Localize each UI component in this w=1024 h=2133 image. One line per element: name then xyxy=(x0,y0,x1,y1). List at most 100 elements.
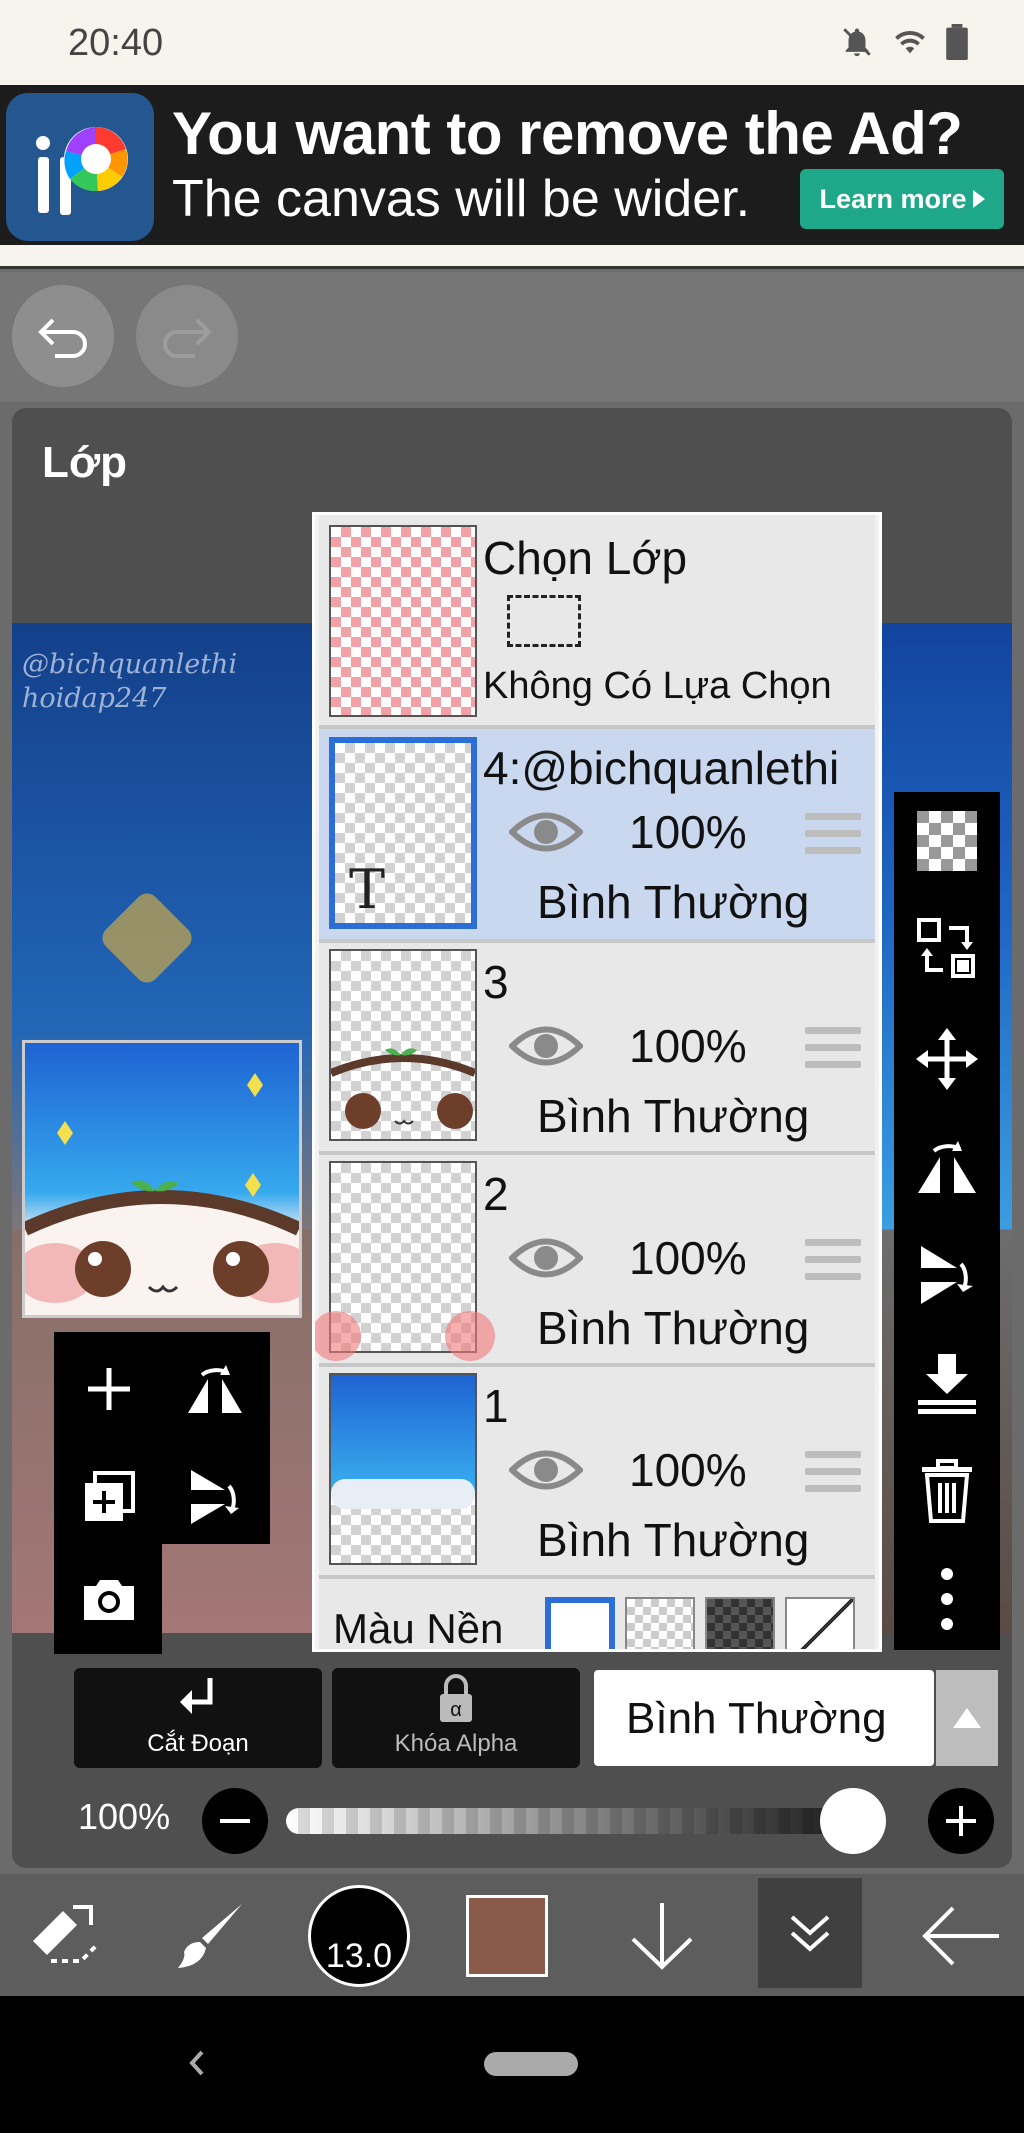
add-layer-button[interactable] xyxy=(74,1354,144,1424)
redo-button[interactable] xyxy=(136,285,238,387)
color-button[interactable] xyxy=(462,1884,552,1988)
opacity-slider-knob[interactable] xyxy=(820,1788,886,1854)
brush-tool-button[interactable] xyxy=(160,1884,260,1988)
eye-icon[interactable] xyxy=(509,809,583,855)
brush-size-button[interactable]: 13.0 xyxy=(306,1884,412,1988)
opacity-increase-button[interactable] xyxy=(928,1788,994,1854)
ad-divider xyxy=(0,245,1024,269)
clipping-icon xyxy=(180,1678,213,1714)
layer-panel-button[interactable] xyxy=(758,1878,862,1988)
clipping-button[interactable]: Cắt Đoạn xyxy=(74,1668,322,1768)
layer-opacity: 100% xyxy=(629,806,747,858)
flip-horizontal-button[interactable] xyxy=(912,1132,982,1202)
alpha-lock-button[interactable]: α Khóa Alpha xyxy=(332,1668,580,1768)
plus-icon xyxy=(946,1806,976,1836)
copy-layer-button[interactable] xyxy=(74,1462,144,1532)
bg-checker-swatch[interactable] xyxy=(625,1597,695,1649)
blend-mode-select[interactable]: Bình Thường xyxy=(594,1670,934,1766)
more-button[interactable] xyxy=(912,1564,982,1634)
layer-opacity: 100% xyxy=(629,1020,747,1072)
app-logo-icon xyxy=(6,93,154,241)
selection-layer-row[interactable]: Chọn Lớp Không Có Lựa Chọn xyxy=(319,515,875,725)
chevron-up-icon xyxy=(953,1708,981,1728)
drag-handle-icon[interactable] xyxy=(805,1239,861,1281)
drag-handle-icon[interactable] xyxy=(805,813,861,855)
transfer-button[interactable] xyxy=(912,914,982,984)
eye-icon[interactable] xyxy=(509,1447,583,1493)
eye-icon[interactable] xyxy=(509,1023,583,1069)
text-layer-marker: T xyxy=(349,858,386,921)
layer-opacity: 100% xyxy=(629,1444,747,1496)
layer-row[interactable]: 1 100% Bình Thường xyxy=(319,1367,875,1575)
layer-name: 3 xyxy=(483,956,509,1008)
chevron-double-down-icon xyxy=(790,1915,830,1952)
layer-thumbnail xyxy=(315,1161,495,1361)
delete-layer-button[interactable] xyxy=(912,1456,982,1526)
clipping-label: Cắt Đoạn xyxy=(147,1730,249,1757)
merge-down-button[interactable] xyxy=(912,1348,982,1418)
eye-icon[interactable] xyxy=(509,1235,583,1281)
ad-subtitle: The canvas will be wider. xyxy=(172,170,751,228)
canvas-thumbnail[interactable] xyxy=(22,1040,302,1318)
background-color-label: Màu Nền xyxy=(333,1605,504,1652)
drag-handle-icon[interactable] xyxy=(805,1451,861,1493)
flip-horizontal-icon xyxy=(188,1365,242,1413)
camera-icon xyxy=(84,1580,134,1620)
layer-thumbnail xyxy=(329,1373,477,1565)
layer-row[interactable]: T 4:@bichquanlethi 100% Bình Thường xyxy=(319,729,875,939)
flip-vertical-button[interactable] xyxy=(912,1240,982,1310)
lock-icon: α xyxy=(440,1674,472,1722)
checker-icon xyxy=(917,811,977,871)
transfer-icon xyxy=(917,918,975,978)
blend-mode-value: Bình Thường xyxy=(626,1694,887,1743)
layer-row[interactable]: 3 100% Bình Thường xyxy=(319,943,875,1151)
blend-mode-toggle[interactable] xyxy=(936,1670,998,1766)
bell-off-icon xyxy=(843,28,871,57)
checker-button[interactable] xyxy=(912,806,982,876)
transform-tool-icon xyxy=(33,1905,99,1963)
layer-blend-mode: Bình Thường xyxy=(537,1302,810,1354)
back-tool-button[interactable] xyxy=(906,1884,1016,1988)
layer-thumbnail xyxy=(329,949,477,1141)
home-icon[interactable] xyxy=(484,2052,578,2076)
drag-handle-icon[interactable] xyxy=(805,1027,861,1069)
learn-more-button[interactable]: Learn more xyxy=(800,169,1004,229)
ad-banner[interactable]: You want to remove the Ad? The canvas wi… xyxy=(0,85,1024,245)
move-icon xyxy=(916,1028,978,1090)
layer-thumbnail: T xyxy=(329,737,477,929)
selection-title: Chọn Lớp xyxy=(483,532,688,584)
brush-icon xyxy=(178,1904,242,1968)
arrow-left-icon xyxy=(922,1906,999,1966)
system-nav-bar xyxy=(0,1996,1024,2133)
play-arrow-icon xyxy=(972,190,985,208)
watermark-line: @bichquanlethi xyxy=(22,649,238,680)
selection-marquee-icon xyxy=(507,595,581,647)
add-layer-icon xyxy=(88,1368,130,1410)
opacity-slider[interactable] xyxy=(286,1808,886,1834)
layer-name: 4:@bichquanlethi xyxy=(483,742,840,794)
arrow-down-icon xyxy=(631,1903,693,1970)
opacity-decrease-button[interactable] xyxy=(202,1788,268,1854)
minus-icon xyxy=(220,1819,250,1823)
flip-horizontal-button[interactable] xyxy=(180,1354,250,1424)
undo-button[interactable] xyxy=(12,285,114,387)
layer-blend-mode: Bình Thường xyxy=(537,1514,810,1566)
bg-white-swatch[interactable] xyxy=(545,1597,615,1649)
merge-down-icon xyxy=(918,1354,976,1414)
move-button[interactable] xyxy=(912,1024,982,1094)
bg-dark-checker-swatch[interactable] xyxy=(705,1597,775,1649)
background-color-row: Màu Nền xyxy=(319,1579,875,1652)
camera-button[interactable] xyxy=(74,1564,144,1634)
learn-more-label: Learn more xyxy=(819,183,967,214)
selection-thumbnail xyxy=(329,525,477,717)
color-swatch xyxy=(466,1895,548,1977)
flip-vertical-button[interactable] xyxy=(180,1462,250,1532)
transform-tool-button[interactable] xyxy=(14,1884,114,1988)
layer-row[interactable]: 2 100% Bình Thường xyxy=(315,1155,875,1363)
layer-down-button[interactable] xyxy=(612,1884,712,1988)
opacity-label: 100% xyxy=(78,1796,171,1837)
back-icon[interactable] xyxy=(188,2048,206,2078)
alpha-lock-label: Khóa Alpha xyxy=(394,1730,518,1757)
selection-status: Không Có Lựa Chọn xyxy=(483,665,832,707)
bg-none-swatch[interactable] xyxy=(785,1597,855,1649)
